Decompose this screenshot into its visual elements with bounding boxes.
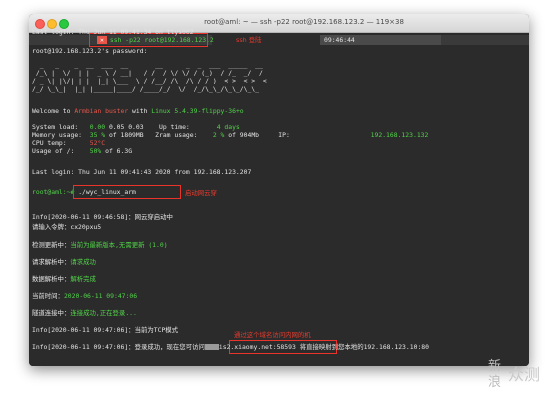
ascii-art-line-4: /_/ \_\_| |_| |_____|____/ /____/_/ \/ /… [32,85,263,93]
terminal-window: root@aml: ~ — ssh -p22 root@192.168.123.… [29,14,529,366]
prompt-time: 09:46:44 [324,36,355,44]
log-line-7: 隧道连接中：连接成功,正在登录... [32,309,137,317]
prompt-time-segment: 09:46:44 [320,35,444,45]
redacted-subdomain [204,344,219,350]
log-line-6: 当前时间：2020-06-11 09:47:06 [32,292,138,300]
ssh-annotation: ssh 登陆 [236,36,262,44]
password-prompt: root@192.168.123.2's password: [32,47,148,55]
terminal-content[interactable]: ✕ ssh -p22 root@192.168.123.2 ssh 登陆 09:4… [29,28,529,366]
ascii-art-line-1: _ _ _ __ ___ __ __ _ _ ___ _____ __ [32,61,271,69]
log-line-8: Info[2020-06-11 09:47:06]：当前为TCP模式 [32,326,179,334]
sysinfo-line-1: System load: 0.00 0.05 0.03 Up time: 4 d… [32,123,240,131]
sysinfo-line-3: CPU temp: 52°C [32,139,106,147]
log-line-9: Info[2020-06-11 09:47:06]：登录成功，现在您可访问 is2… [32,343,429,351]
sysinfo-line-4: Usage of /: 50% of 6.3G [32,147,133,155]
watermark-char-2: 浪 [488,375,502,390]
command-highlight-box [73,185,181,199]
ascii-art-line-3: / _ \| |\/| | | |_| \___ \ / /__/ /\ /\ … [32,77,275,85]
log-line-2: 请输入令牌：cx20pxu5 [32,223,102,231]
external-access-annotation: 通过这个域名访问内网的机 [234,331,311,339]
log-line-5: 数据解析中：解析完成 [32,275,96,283]
run-annotation: 启动网云穿 [185,189,217,197]
log-line-4: 请求解析中：请求成功 [32,258,96,266]
sysinfo-line-2: Memory usage: 35 % of 1809MB Zram usage:… [32,131,429,139]
log-line-3: 检测更新中：当前为最新版本,无需更新 (1.0) [32,241,168,249]
last-login-line-1: Last login: Thu Jun 11 09:41:34 on ttys0… [32,28,194,36]
ascii-art-line-2: /_\ | \/ | | _ \ / __| / / / \/ \/ / (_)… [32,69,267,77]
prompt-segment-right [441,35,529,45]
public-domain: is2.xiaomy.net:58593 [218,343,296,351]
watermark-brand: 众测 [508,365,541,384]
last-login-line-2: Last login: Thu Jun 11 09:41:43 2020 fro… [32,168,252,176]
prompt-segment-left [29,35,96,45]
window-title: root@aml: ~ — ssh -p22 root@192.168.123.… [204,18,404,26]
log-line-1: Info[2020-06-11 09:46:58]：网云穿启动中 [32,213,173,221]
welcome-line: Welcome to Armbian buster with Linux 5.4… [32,107,244,115]
